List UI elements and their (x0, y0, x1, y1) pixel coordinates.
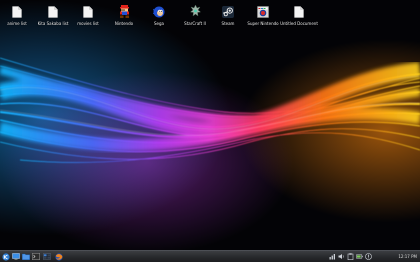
browser-icon[interactable] (55, 252, 63, 261)
desktop-icon-label: Sega (154, 21, 164, 26)
desktop-icon-anime-list[interactable]: anime list (0, 5, 37, 26)
desktop-icon-steam[interactable]: Steam (208, 5, 248, 26)
nintendo-mario-icon (118, 5, 130, 18)
terminal-icon[interactable] (32, 253, 40, 260)
steam-icon (222, 5, 234, 18)
document-icon (47, 5, 59, 18)
document-icon (82, 5, 94, 18)
desktop-icon-label: Super Nintendo (247, 21, 279, 26)
desktop-icon-kita-sakaba-list[interactable]: Kita Sakaba list (33, 5, 73, 26)
desktop-icon-nintendo[interactable]: Nintendo (104, 5, 144, 26)
desktop-icon-super-nintendo[interactable]: Super Nintendo (243, 5, 283, 26)
show-desktop-icon[interactable] (12, 253, 20, 260)
desktop-icon-label: movies list (77, 21, 99, 26)
starcraft-icon (189, 5, 201, 18)
desktop-icons: anime list Kita Sakaba list movies list (0, 0, 420, 40)
desktop-icon-label: Nintendo (114, 21, 134, 26)
desktop-icon-sega[interactable]: Sega (139, 5, 179, 26)
desktop[interactable]: anime list Kita Sakaba list movies list (0, 0, 420, 262)
desktop-icon-label: Kita Sakaba list (37, 21, 69, 26)
desktop-icon-label: Untitled Document (280, 21, 318, 26)
desktop-icon-movies-list[interactable]: movies list (68, 5, 108, 26)
clipboard-icon[interactable] (347, 253, 354, 260)
desktop-icon-label: StarCraft II (184, 21, 206, 26)
pager-icon[interactable] (43, 253, 51, 260)
document-icon (11, 5, 23, 18)
snes-icon (257, 5, 269, 18)
sega-sonic-icon (153, 5, 165, 18)
document-icon (293, 5, 305, 18)
desktop-icon-untitled-document[interactable]: Untitled Document (279, 5, 319, 26)
kde-menu-icon[interactable] (2, 252, 10, 261)
taskbar-panel: 12:17 PM (0, 250, 420, 262)
battery-icon[interactable] (356, 253, 363, 260)
desktop-icon-label: anime list (7, 21, 27, 26)
notifications-icon[interactable] (365, 253, 372, 260)
file-manager-icon[interactable] (22, 253, 30, 260)
desktop-icon-label: Steam (221, 21, 235, 26)
network-icon[interactable] (329, 253, 336, 260)
clock[interactable]: 12:17 PM (398, 253, 417, 260)
volume-icon[interactable] (338, 253, 345, 260)
